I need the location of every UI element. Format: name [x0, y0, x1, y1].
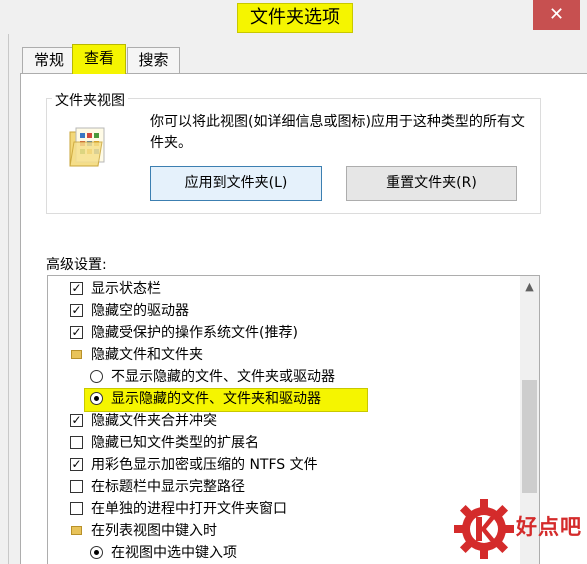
list-item-label: 隐藏文件夹合并冲突: [91, 413, 217, 429]
watermark-logo: 好点吧: [452, 497, 584, 561]
list-item-label: 在标题栏中显示完整路径: [91, 479, 245, 495]
apply-to-folders-button[interactable]: 应用到文件夹(L): [150, 166, 322, 201]
checkbox-full-path-title[interactable]: [70, 480, 83, 493]
checkbox-hide-protected-os-files[interactable]: ✓: [70, 326, 83, 339]
list-item-label: 不显示隐藏的文件、文件夹或驱动器: [111, 369, 335, 385]
checkbox-separate-process[interactable]: [70, 502, 83, 515]
close-button[interactable]: ✕: [533, 0, 580, 30]
list-item-label: 在列表视图中键入时: [91, 523, 217, 539]
folder-views-description: 你可以将此视图(如详细信息或图标)应用于这种类型的所有文件夹。: [150, 114, 525, 151]
folder-views-icon: [68, 126, 108, 168]
window-title: 文件夹选项: [237, 3, 353, 33]
window-edge: [0, 34, 9, 564]
watermark-gear-icon: [454, 499, 514, 559]
checkbox-hide-extensions[interactable]: [70, 436, 83, 449]
list-item-label: 隐藏受保护的操作系统文件(推荐): [91, 325, 298, 341]
list-item-label: 用彩色显示加密或压缩的 NTFS 文件: [91, 457, 318, 473]
list-item-label: 隐藏文件和文件夹: [91, 347, 203, 363]
radio-select-typed-item[interactable]: [90, 546, 103, 559]
reset-folders-button[interactable]: 重置文件夹(R): [346, 166, 517, 201]
list-item-label: 在视图中选中键入项: [111, 545, 237, 561]
checkbox-hide-folder-merge-conflicts[interactable]: ✓: [70, 414, 83, 427]
list-item-label: 显示隐藏的文件、文件夹和驱动器: [111, 391, 321, 407]
checkbox-hide-empty-drives[interactable]: ✓: [70, 304, 83, 317]
scrollbar-thumb[interactable]: [522, 380, 537, 493]
list-item-label: 隐藏空的驱动器: [91, 303, 189, 319]
watermark-text: 好点吧: [516, 515, 582, 539]
list-item-label: 隐藏已知文件类型的扩展名: [91, 435, 259, 451]
tab-general[interactable]: 常规: [22, 47, 76, 74]
checkbox-show-status-bar[interactable]: ✓: [70, 282, 83, 295]
folder-icon: [71, 526, 82, 535]
advanced-settings-label: 高级设置:: [46, 257, 107, 273]
radio-show-hidden[interactable]: [90, 392, 103, 405]
tab-view[interactable]: 查看: [72, 44, 126, 74]
list-item-label: 显示状态栏: [91, 281, 161, 297]
scroll-up-arrow-icon[interactable]: ▲: [520, 278, 539, 296]
list-item-label: 在单独的进程中打开文件夹窗口: [91, 501, 287, 517]
tab-search[interactable]: 搜索: [127, 47, 180, 74]
radio-dont-show-hidden[interactable]: [90, 370, 103, 383]
checkbox-color-ntfs[interactable]: ✓: [70, 458, 83, 471]
tab-bar: 常规 查看 搜索: [10, 34, 587, 74]
folder-icon: [71, 350, 82, 359]
folder-views-title: 文件夹视图: [52, 90, 128, 110]
